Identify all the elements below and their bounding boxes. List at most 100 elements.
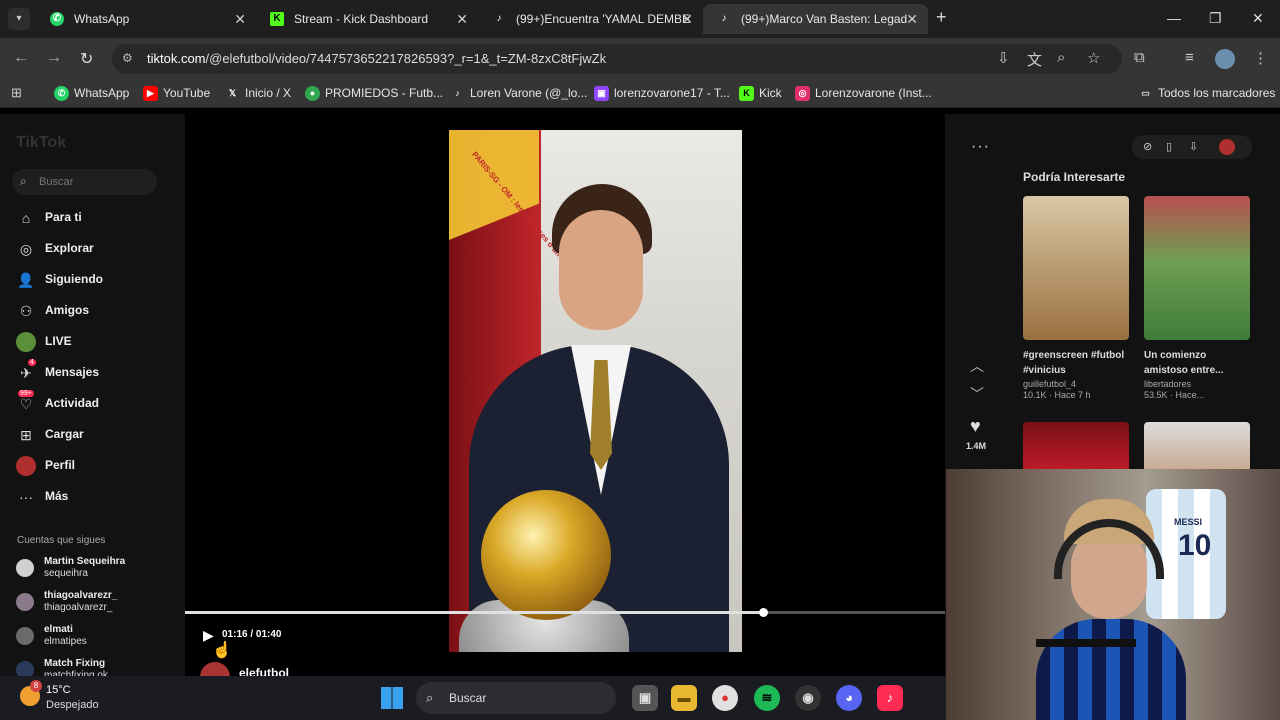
bookmark-instagram[interactable]: ◎ Lorenzovarone (Inst...	[795, 86, 932, 101]
suggestion-card[interactable]: #greenscreen #futbol #vinicius guillefut…	[1023, 196, 1129, 400]
search-input[interactable]: ⌕ Buscar	[12, 169, 157, 195]
minimize-button[interactable]: —	[1167, 10, 1181, 26]
messages-badge: 4	[28, 359, 36, 366]
tiktok-icon[interactable]: ♪	[877, 685, 903, 711]
video-content[interactable]: PARIS-SG - OM : les coulisses d'un somme…	[449, 130, 742, 652]
suggestions-title: Podría Interesarte	[1023, 170, 1126, 184]
nav-item-siguiendo[interactable]: 👤 Siguiendo	[16, 268, 176, 292]
close-icon[interactable]: ✕	[456, 4, 468, 34]
following-item[interactable]: elmati elmatipes	[16, 624, 176, 652]
nav-item-mensajes[interactable]: ✈ 4 Mensajes	[16, 359, 176, 385]
more-options-icon[interactable]: ···	[971, 138, 990, 156]
back-icon[interactable]: ←	[13, 49, 29, 67]
ballon-dor-trophy	[481, 490, 611, 620]
all-bookmarks-folder[interactable]: ▭ Todos los marcadores	[1138, 86, 1275, 100]
nav-item-perfil[interactable]: Perfil	[16, 454, 176, 478]
obs-icon[interactable]: ◉	[795, 685, 821, 711]
following-item[interactable]: thiagoalvarezr_ thiagoalvarezr_	[16, 590, 176, 618]
close-icon[interactable]: ✕	[681, 4, 693, 34]
nav-item-live[interactable]: LIVE	[16, 330, 176, 354]
bookmark-x[interactable]: 𝕏 Inicio / X	[225, 86, 291, 100]
nav-item-amigos[interactable]: ⚇ Amigos	[16, 299, 176, 323]
forward-icon[interactable]: →	[46, 49, 62, 67]
install-icon[interactable]: ⇩	[997, 49, 1010, 67]
tab-search-icon[interactable]: ▾	[8, 8, 30, 30]
profile-avatar[interactable]	[1219, 139, 1235, 155]
progress-handle[interactable]	[758, 608, 768, 617]
media-control-icon[interactable]: ≡	[1185, 49, 1194, 66]
suggestion-card[interactable]	[1023, 422, 1129, 472]
extensions-icon[interactable]: ⧉	[1134, 49, 1145, 66]
maximize-button[interactable]: ❐	[1209, 10, 1222, 27]
bookmark-star-icon[interactable]: ☆	[1087, 49, 1100, 67]
nav-item-explorar[interactable]: ◎ Explorar	[16, 237, 176, 261]
folder-icon: ▭	[1141, 88, 1150, 98]
tiktok-logo[interactable]: TikTok	[16, 134, 66, 152]
bookmark-loren-tiktok[interactable]: ♪ Loren Varone (@_lo...	[450, 86, 587, 100]
discord-icon[interactable]: ◕	[836, 685, 862, 711]
reload-icon[interactable]: ↻	[80, 49, 93, 69]
suggestion-user: libertadores	[1144, 379, 1192, 389]
tab-tiktok-yamal[interactable]: ♪ (99+)Encuentra 'YAMAL DEMBE ✕	[478, 4, 703, 34]
site-info-icon[interactable]: ⚙	[122, 51, 133, 65]
compass-icon[interactable]: ⊘	[1143, 140, 1152, 153]
upload-icon: ⊞	[20, 427, 32, 443]
video-player[interactable]: PARIS-SG - OM : les coulisses d'un somme…	[185, 114, 945, 720]
microphone-arm	[1036, 639, 1136, 647]
temperature[interactable]: 15°C	[46, 684, 71, 696]
new-tab-button[interactable]: +	[936, 7, 947, 28]
bookmark-kick[interactable]: K Kick	[739, 86, 782, 101]
nav-item-mas[interactable]: ··· Más	[16, 485, 176, 509]
url-domain: tiktok.com	[147, 51, 206, 66]
suggestion-thumbnail	[1023, 422, 1129, 472]
tab-tiktok-van-basten[interactable]: ♪ (99+)Marco Van Basten: Legad ✕	[703, 4, 928, 34]
bookmark-whatsapp[interactable]: ✆ WhatsApp	[54, 86, 129, 101]
nav-item-actividad[interactable]: ♡ 99+ Actividad	[16, 390, 176, 416]
close-icon[interactable]: ✕	[906, 4, 918, 34]
chrome-icon[interactable]: ●	[712, 685, 738, 711]
like-heart-icon[interactable]: ♥	[970, 416, 981, 437]
close-icon[interactable]: ✕	[234, 4, 246, 34]
suggestion-card[interactable]	[1144, 422, 1250, 472]
chevron-up-icon[interactable]: ︿	[970, 356, 984, 376]
tiktok-icon: ♪	[455, 88, 460, 98]
streamer-shirt	[1036, 619, 1186, 720]
spotify-icon[interactable]: ≋	[754, 685, 780, 711]
bookmark-twitch[interactable]: ▣ lorenzovarone17 - T...	[594, 86, 730, 101]
suggestion-card[interactable]: Un comienzo amistoso entre... libertador…	[1144, 196, 1250, 400]
translate-icon[interactable]: 文	[1027, 49, 1042, 70]
jersey-number: 10	[1178, 529, 1212, 562]
bookmark-promiedos[interactable]: ● PROMIEDOS - Futb...	[305, 86, 443, 101]
tab-whatsapp[interactable]: ✆ WhatsApp ✕	[36, 4, 256, 34]
zoom-icon[interactable]: ⌕	[1057, 49, 1065, 66]
menu-icon[interactable]: ⋮	[1253, 49, 1268, 67]
profile-avatar[interactable]	[1215, 49, 1235, 69]
taskbar-search[interactable]: ⌕ Buscar	[416, 682, 616, 714]
url-text[interactable]: tiktok.com/@elefutbol/video/744757365221…	[147, 51, 606, 66]
nav-item-para-ti[interactable]: ⌂ Para ti	[16, 206, 176, 230]
address-bar[interactable]: ⚙ tiktok.com/@elefutbol/video/7447573652…	[112, 44, 1122, 74]
weather-condition[interactable]: Despejado	[46, 699, 99, 711]
tab-kick-dashboard[interactable]: K Stream - Kick Dashboard ✕	[256, 4, 478, 34]
task-view-icon[interactable]: ▣	[632, 685, 658, 711]
chevron-down-icon[interactable]: ﹀	[970, 384, 984, 404]
video-progress-bar[interactable]	[185, 608, 945, 617]
suggestion-thumbnail	[1144, 422, 1250, 472]
whatsapp-icon: ✆	[54, 86, 69, 101]
nav-item-cargar[interactable]: ⊞ Cargar	[16, 423, 176, 447]
windows-start-icon[interactable]	[381, 687, 403, 709]
browser-toolbar: ← → ↻ ⚙ tiktok.com/@elefutbol/video/7447…	[0, 38, 1280, 80]
bookmark-label: lorenzovarone17 - T...	[614, 86, 730, 100]
following-handle: thiagoalvarezr_	[44, 602, 113, 613]
close-window-button[interactable]: ✕	[1252, 10, 1264, 27]
mobile-icon[interactable]: ▯	[1166, 140, 1172, 153]
following-item[interactable]: Martin Sequeihra sequeihra	[16, 556, 176, 584]
bookmark-youtube[interactable]: ▶ YouTube	[143, 86, 210, 101]
live-icon	[16, 332, 36, 352]
mouse-cursor-icon: ☝	[212, 642, 232, 659]
tiktok-sidebar: TikTok ⌕ Buscar ⌂ Para ti ◎ Explorar 👤 Sigu…	[0, 114, 180, 720]
file-explorer-icon[interactable]: ▬	[671, 685, 697, 711]
apps-icon[interactable]: ⊞	[11, 85, 22, 101]
download-icon[interactable]: ⇩	[1189, 140, 1198, 153]
video-time: 01:16 / 01:40	[222, 629, 282, 640]
